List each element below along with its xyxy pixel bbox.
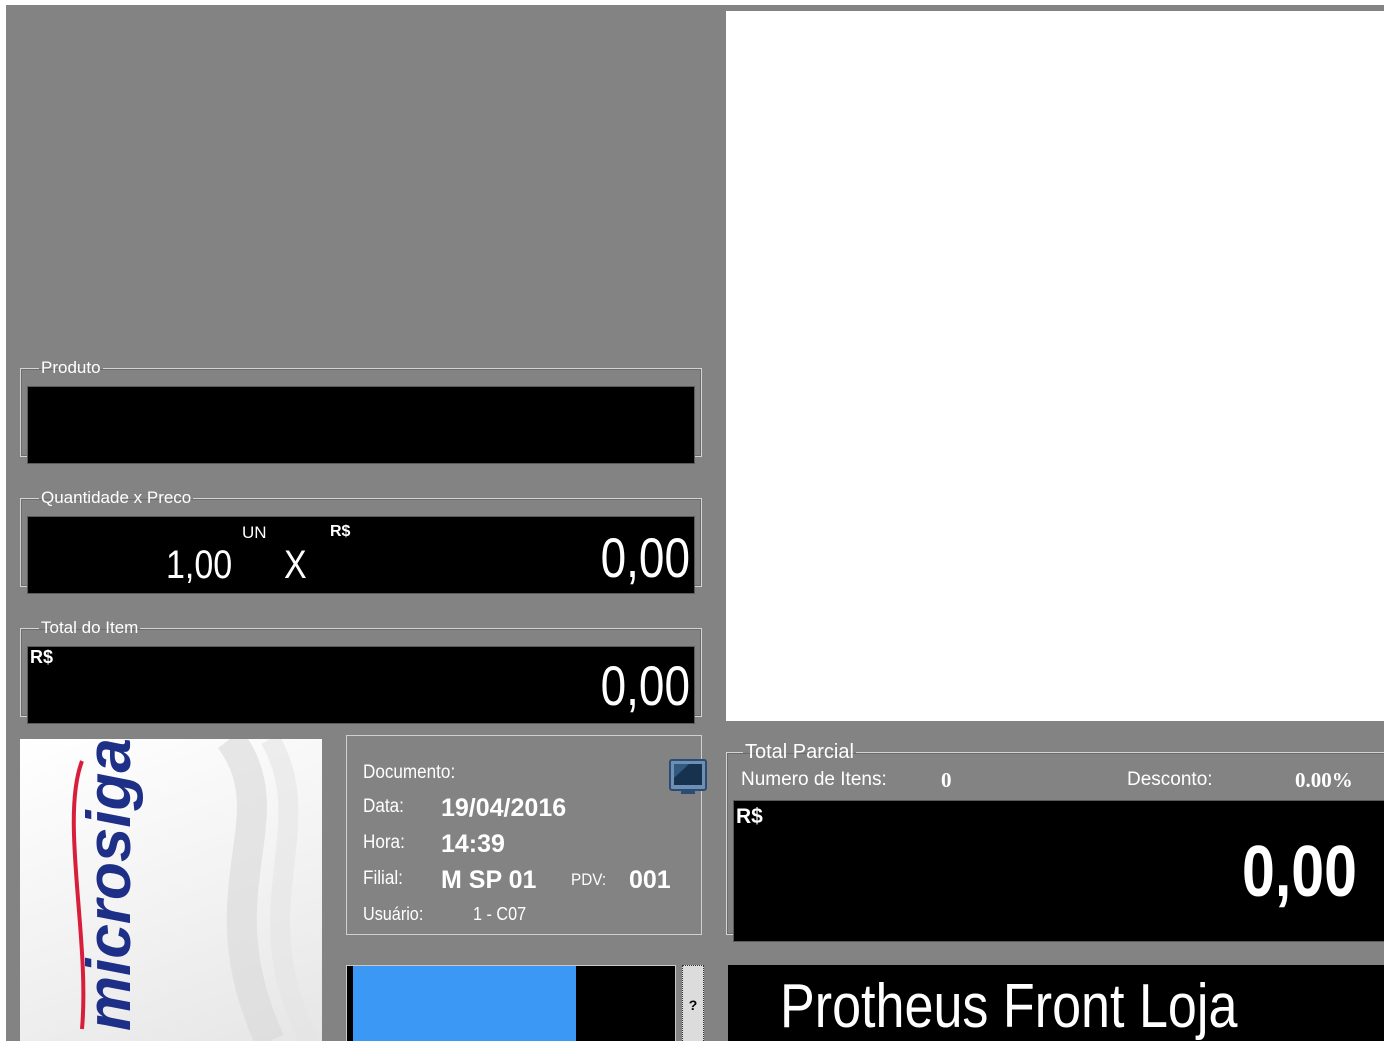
pdv-value: 001 [629,866,671,894]
documento-label: Documento: [363,762,456,783]
total-parcial-group: Total Parcial Numero de Itens: 0 Descont… [726,741,1384,942]
total-parcial-legend: Total Parcial [745,741,854,763]
itens-value: 0 [941,768,952,792]
total-parcial-display: R$ 0,00 [733,800,1384,942]
itens-label: Numero de Itens: [741,769,887,790]
quantidade-display: 1,00 UN X R$ 0,00 [27,516,695,594]
desconto-label: Desconto: [1127,769,1213,790]
item-list-panel[interactable] [726,11,1384,721]
progress-bar [346,965,676,1041]
produto-group: Produto [20,358,702,464]
price-currency: R$ [330,523,351,540]
desconto-value: 0.00% [1295,768,1353,792]
hora-label: Hora: [363,832,405,853]
progress-fill [353,966,576,1041]
total-parcial-currency: R$ [736,805,763,828]
quantidade-legend: Quantidade x Preco [41,488,192,507]
filial-label: Filial: [363,868,403,889]
monitor-icon[interactable] [669,758,707,796]
pdv-label: PDV: [571,870,607,889]
filial-value: M SP 01 [441,866,537,894]
app-banner: Protheus Front Loja [728,965,1384,1041]
total-item-currency: R$ [30,647,54,667]
microsiga-logo-graphic: microsiga [71,739,319,1041]
total-item-value: 0,00 [600,654,690,717]
data-value: 19/04/2016 [441,794,567,822]
produto-legend: Produto [41,358,101,377]
logo-text: microsiga [75,739,144,1031]
unit-label: UN [242,523,267,542]
total-item-group: Total do Item R$ 0,00 [20,618,702,724]
hora-value: 14:39 [441,830,505,858]
usuario-label: Usuário: [363,904,424,924]
pos-window: Produto Quantidade x Preco 1,00 UN X R$ … [6,5,1384,1041]
banner-title: Protheus Front Loja [780,972,1238,1041]
unit-price-value: 0,00 [600,526,690,589]
quantidade-group: Quantidade x Preco 1,00 UN X R$ 0,00 [20,488,702,594]
produto-input[interactable] [27,386,695,464]
times-symbol: X [284,543,307,587]
total-parcial-value: 0,00 [1242,832,1357,912]
microsiga-logo: microsiga [20,739,322,1041]
data-label: Data: [363,796,404,817]
total-item-legend: Total do Item [41,618,139,637]
usuario-value: 1 - C07 [473,904,527,924]
total-item-display: R$ 0,00 [27,646,695,724]
info-box: Documento: Data: 19/04/2016 Hora: 14:39 … [346,735,707,935]
quantity-value: 1,00 [166,543,233,587]
help-button[interactable]: ? [682,965,704,1041]
